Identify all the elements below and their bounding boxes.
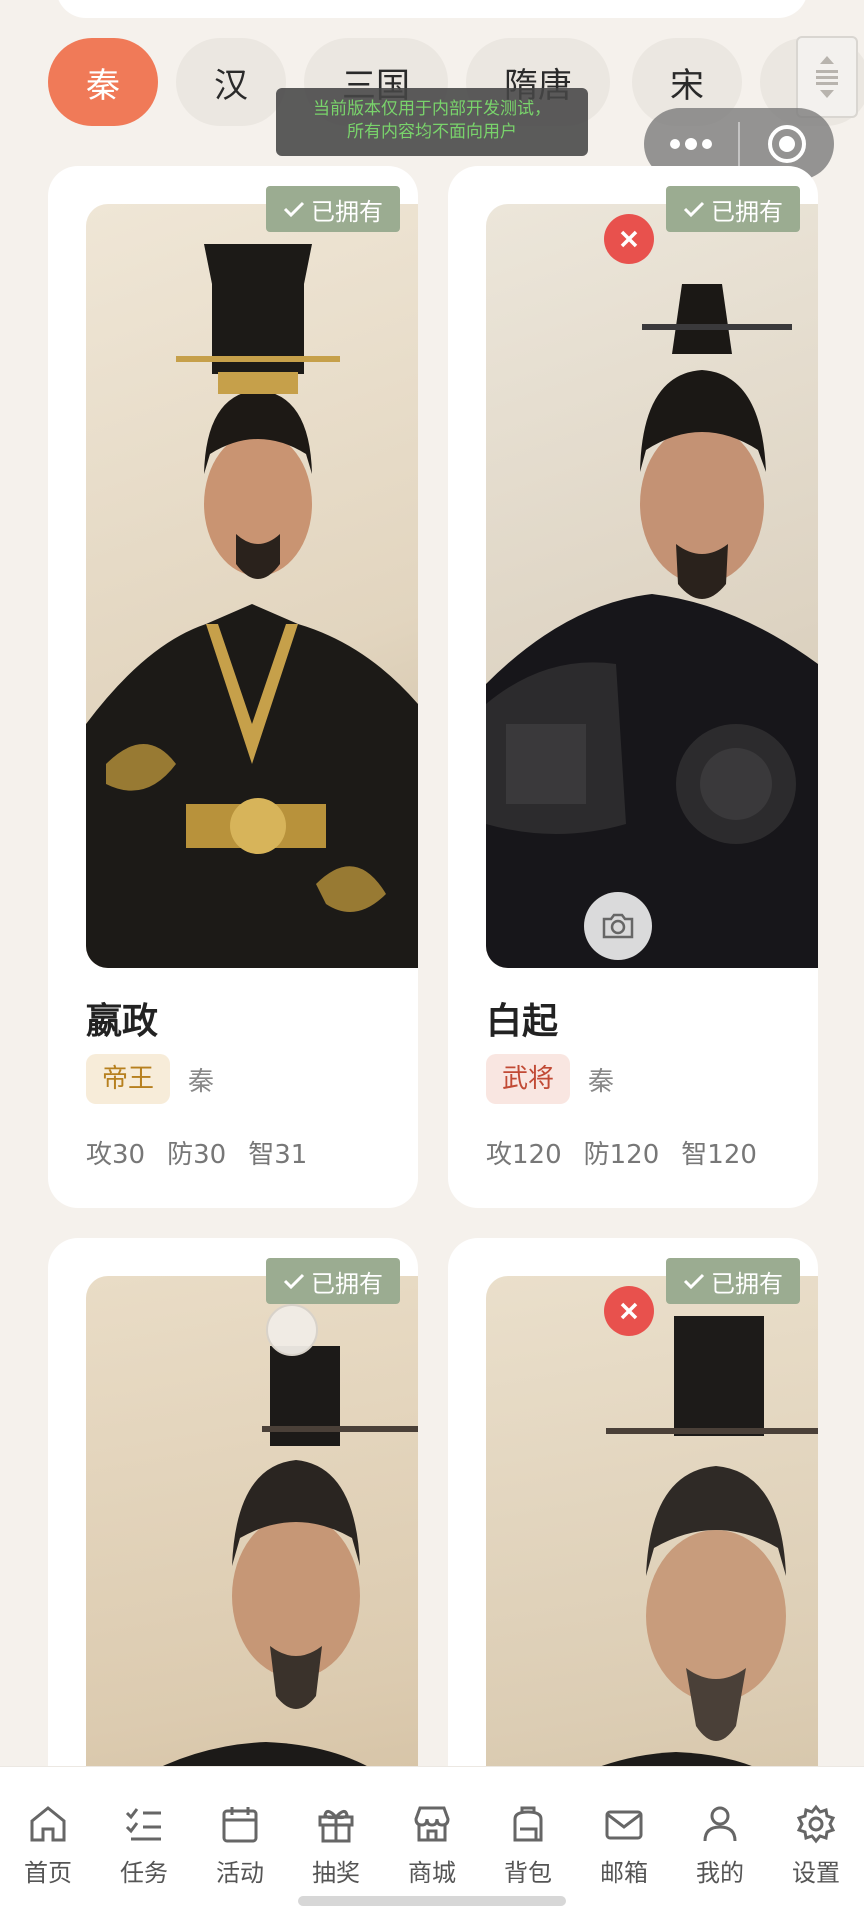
mail-icon [605, 1810, 643, 1840]
check-icon [283, 201, 305, 218]
owned-badge: 已拥有 [666, 1258, 800, 1304]
owned-badge: 已拥有 [666, 186, 800, 232]
nav-label: 我的 [696, 1859, 744, 1887]
target-icon [768, 125, 806, 163]
nav-label: 任务 [120, 1859, 168, 1887]
nav-label: 活动 [216, 1859, 264, 1887]
check-icon [683, 1273, 705, 1290]
intellect-stat: 智31 [248, 1140, 308, 1170]
owned-label: 已拥有 [311, 197, 383, 226]
sort-icon [816, 56, 838, 98]
character-portrait [486, 204, 818, 968]
placeholder-button[interactable] [266, 1304, 318, 1356]
owned-badge: 已拥有 [266, 1258, 400, 1304]
nav-home[interactable]: 首页 [0, 1803, 96, 1888]
camera-button[interactable] [584, 892, 652, 960]
filter-button[interactable] [796, 36, 858, 118]
role-tag: 帝王 [86, 1054, 171, 1104]
gift-icon [318, 1810, 354, 1843]
nav-backpack[interactable]: 背包 [480, 1803, 576, 1888]
owned-badge: 已拥有 [266, 186, 400, 232]
character-card[interactable]: 已拥有 嬴政 帝王 秦 攻30 防30 智31 [48, 166, 418, 1208]
nav-label: 首页 [24, 1859, 72, 1887]
nav-settings[interactable]: 设置 [768, 1803, 864, 1888]
owned-label: 已拥有 [711, 197, 783, 226]
toast-line-1: 当前版本仅用于内部开发测试， [313, 99, 551, 119]
checklist-icon [125, 1808, 161, 1841]
nav-label: 商城 [408, 1859, 456, 1887]
nav-label: 邮箱 [600, 1859, 648, 1887]
general-figure [486, 284, 818, 968]
nav-events[interactable]: 活动 [192, 1803, 288, 1888]
calendar-icon [222, 1807, 258, 1843]
home-indicator [298, 1896, 566, 1906]
role-tag: 武将 [486, 1054, 571, 1104]
home-icon [30, 1806, 66, 1842]
nav-mailbox[interactable]: 邮箱 [576, 1803, 672, 1888]
gear-icon [796, 1804, 836, 1844]
character-name: 白起 [486, 1001, 559, 1042]
remove-button[interactable] [604, 1286, 654, 1336]
nav-shop[interactable]: 商城 [384, 1803, 480, 1888]
attack-stat: 攻120 [486, 1140, 562, 1170]
backpack-icon [513, 1806, 543, 1842]
nav-profile[interactable]: 我的 [672, 1803, 768, 1888]
tab-han[interactable]: 汉 [176, 38, 286, 126]
toast-line-2: 所有内容均不面向用户 [347, 122, 517, 142]
character-card[interactable]: 已拥有 白起 武将 秦 攻120 防120 智120 [448, 166, 818, 1208]
tag-row: 帝王 秦 [86, 1054, 214, 1104]
dynasty-label: 秦 [188, 1066, 215, 1097]
check-icon [683, 201, 705, 218]
dev-toast: 当前版本仅用于内部开发测试， 所有内容均不面向用户 [276, 88, 588, 156]
owned-label: 已拥有 [711, 1269, 783, 1298]
defense-stat: 防30 [167, 1140, 227, 1170]
camera-icon [602, 913, 634, 939]
nav-label: 抽奖 [312, 1859, 360, 1887]
previous-card-bottom [56, 0, 808, 18]
dynasty-label: 秦 [588, 1066, 615, 1097]
nav-label: 背包 [504, 1859, 552, 1887]
remove-button[interactable] [604, 214, 654, 264]
nav-lottery[interactable]: 抽奖 [288, 1803, 384, 1888]
character-portrait [86, 204, 418, 968]
intellect-stat: 智120 [681, 1140, 757, 1170]
nav-tasks[interactable]: 任务 [96, 1803, 192, 1888]
more-dots-icon [670, 138, 712, 150]
stats-row: 攻30 防30 智31 [86, 1134, 307, 1171]
close-icon [620, 230, 638, 248]
nav-label: 设置 [792, 1859, 840, 1887]
store-icon [414, 1806, 450, 1842]
character-name: 嬴政 [86, 1001, 159, 1042]
emperor-figure [86, 244, 418, 968]
tag-row: 武将 秦 [486, 1054, 614, 1104]
stats-row: 攻120 防120 智120 [486, 1134, 757, 1171]
defense-stat: 防120 [583, 1140, 660, 1170]
user-icon [703, 1806, 737, 1842]
tab-qin[interactable]: 秦 [48, 38, 158, 126]
check-icon [283, 1273, 305, 1290]
close-icon [620, 1302, 638, 1320]
attack-stat: 攻30 [86, 1140, 146, 1170]
owned-label: 已拥有 [311, 1269, 383, 1298]
